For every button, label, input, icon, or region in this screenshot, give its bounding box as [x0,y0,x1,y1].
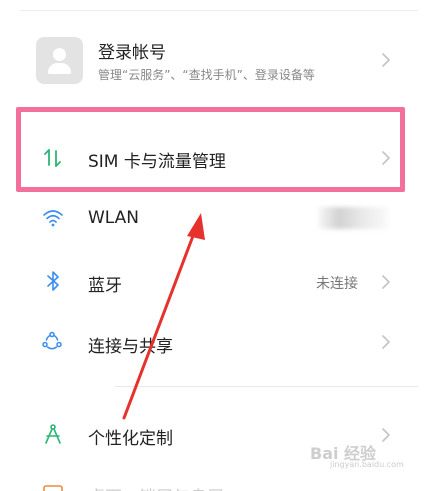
bluetooth-row[interactable]: 蓝牙 未连接 [0,255,428,307]
section-divider [115,386,418,387]
settings-screen: 登录帐号 管理“云服务”、“查找手机”、登录设备等 SIM 卡与流量管理 WLA… [0,0,428,491]
compass-brush-icon [45,424,61,444]
bluetooth-title: 蓝牙 [88,276,122,296]
bluetooth-status: 未连接 [316,276,358,292]
bluetooth-icon [47,271,59,291]
account-title: 登录帐号 [98,43,166,63]
avatar-placeholder-icon [36,37,83,84]
wlan-row[interactable]: WLAN [0,195,428,245]
desktop-title: 桌面、锁屏与息屏 [88,483,224,491]
blurred-network-name [318,207,388,229]
account-subtitle: 管理“云服务”、“查找手机”、登录设备等 [98,68,315,82]
chevron-right-icon [382,428,390,442]
watermark-url: jingyan.baidu.com [330,460,404,469]
personalize-title: 个性化定制 [88,429,173,449]
wifi-icon [43,210,63,227]
chevron-right-icon [382,275,390,289]
connect-share-title: 连接与共享 [88,337,173,357]
account-row[interactable]: 登录帐号 管理“云服务”、“查找手机”、登录设备等 [0,25,428,100]
desktop-row[interactable]: 桌面、锁屏与息屏 [0,478,428,491]
chevron-right-icon [382,335,390,349]
share-nodes-icon [42,331,62,350]
highlight-annotation-box [16,107,405,192]
chevron-right-icon [382,53,390,67]
desktop-icon [43,485,63,491]
wlan-title: WLAN [88,208,140,228]
top-divider [20,10,418,11]
connect-share-row[interactable]: 连接与共享 [0,315,428,370]
